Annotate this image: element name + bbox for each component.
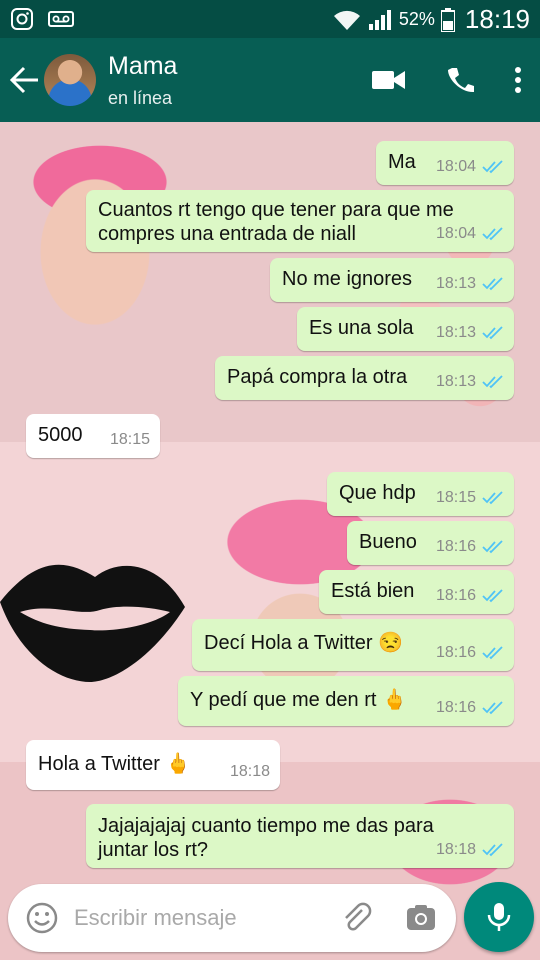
camera-icon[interactable] (406, 904, 436, 932)
chat-header: Mama en línea (0, 38, 540, 122)
read-ticks-icon (482, 375, 503, 389)
read-ticks-icon (482, 540, 503, 554)
read-ticks-icon (482, 589, 503, 603)
status-bar: 52% 18:19 (0, 0, 540, 38)
message-text: Decí Hola a Twitter 😒 (204, 632, 404, 654)
message-bubble[interactable]: Que hdp 18:15 (327, 472, 514, 516)
message-text: Ma (388, 151, 416, 173)
avatar[interactable] (44, 54, 96, 106)
message-text-line-2: compres una entrada de niall (98, 223, 356, 245)
message-bubble[interactable]: Hola a Twitter 🖕 18:18 (26, 740, 280, 790)
contact-name[interactable]: Mama (108, 52, 177, 81)
message-bubble[interactable]: Ma 18:04 (376, 141, 514, 185)
message-bubble[interactable]: Está bien 18:16 (319, 570, 514, 614)
contact-status: en línea (108, 88, 173, 108)
microphone-icon (487, 903, 511, 931)
message-time: 18:04 (435, 158, 476, 175)
read-ticks-icon (482, 277, 503, 291)
message-bubble[interactable]: Es una sola 18:13 (297, 307, 514, 351)
clock: 18:19 (464, 4, 530, 34)
message-time: 18:18 (435, 841, 476, 858)
message-text: Está bien (331, 580, 415, 602)
message-time: 18:13 (435, 275, 476, 292)
signal-icon (368, 9, 391, 30)
emoji-icon[interactable] (26, 902, 58, 934)
message-text: Papá compra la otra (227, 366, 408, 388)
message-bubble[interactable]: No me ignores 18:13 (270, 258, 514, 302)
microphone-button[interactable] (464, 882, 534, 952)
message-text-line-2: juntar los rt? (98, 839, 209, 861)
wifi-icon (333, 10, 360, 30)
battery-percent: 52% (398, 9, 435, 29)
message-bubble[interactable]: Y pedí que me den rt 🖕 18:16 (178, 676, 514, 726)
message-text: Bueno (359, 531, 417, 553)
message-text: Que hdp (339, 482, 416, 504)
message-time: 18:16 (435, 587, 476, 604)
message-text-line-1: Jajajajajaj cuanto tiempo me das para (98, 815, 434, 837)
read-ticks-icon (482, 326, 503, 340)
message-bubble[interactable]: Cuantos rt tengo que tener para que me c… (86, 190, 514, 252)
message-bubble[interactable]: Jajajajajaj cuanto tiempo me das para ju… (86, 804, 514, 868)
message-time: 18:16 (435, 699, 476, 716)
instagram-icon (11, 8, 33, 30)
video-call-icon[interactable] (372, 69, 406, 91)
message-bubble[interactable]: Bueno 18:16 (347, 521, 514, 565)
voicemail-icon (48, 11, 74, 27)
message-time: 18:15 (109, 431, 150, 448)
phone-icon[interactable] (446, 66, 474, 94)
message-bubble[interactable]: Papá compra la otra 18:13 (215, 356, 514, 400)
battery-icon (440, 7, 455, 32)
read-ticks-icon (482, 160, 503, 174)
message-text-line-1: Cuantos rt tengo que tener para que me (98, 199, 454, 221)
message-time: 18:13 (435, 373, 476, 390)
read-ticks-icon (482, 843, 503, 857)
message-text: 5000 (38, 424, 83, 446)
message-time: 18:04 (435, 225, 476, 242)
message-composer[interactable]: Escribir mensaje (8, 884, 456, 952)
message-time: 18:16 (435, 644, 476, 661)
read-ticks-icon (482, 646, 503, 660)
message-text: Y pedí que me den rt 🖕 (190, 689, 407, 711)
message-time: 18:15 (435, 489, 476, 506)
message-text: No me ignores (282, 268, 413, 290)
read-ticks-icon (482, 227, 503, 241)
arrow-left-icon[interactable] (10, 66, 40, 94)
lips-wallpaper-image (0, 564, 185, 682)
read-ticks-icon (482, 491, 503, 505)
message-time: 18:16 (435, 538, 476, 555)
message-input[interactable]: Escribir mensaje (74, 905, 237, 931)
paperclip-icon[interactable] (340, 902, 374, 936)
message-text: Es una sola (309, 317, 414, 339)
message-time: 18:18 (229, 763, 270, 780)
message-time: 18:13 (435, 324, 476, 341)
chat-screen: 52% 18:19 Mama en línea Ma 18:04 Cuantos… (0, 0, 540, 960)
message-text: Hola a Twitter 🖕 (38, 753, 191, 775)
message-bubble[interactable]: Decí Hola a Twitter 😒 18:16 (192, 619, 514, 671)
read-ticks-icon (482, 701, 503, 715)
more-vert-icon[interactable] (514, 66, 522, 94)
message-bubble[interactable]: 5000 18:15 (26, 414, 160, 458)
